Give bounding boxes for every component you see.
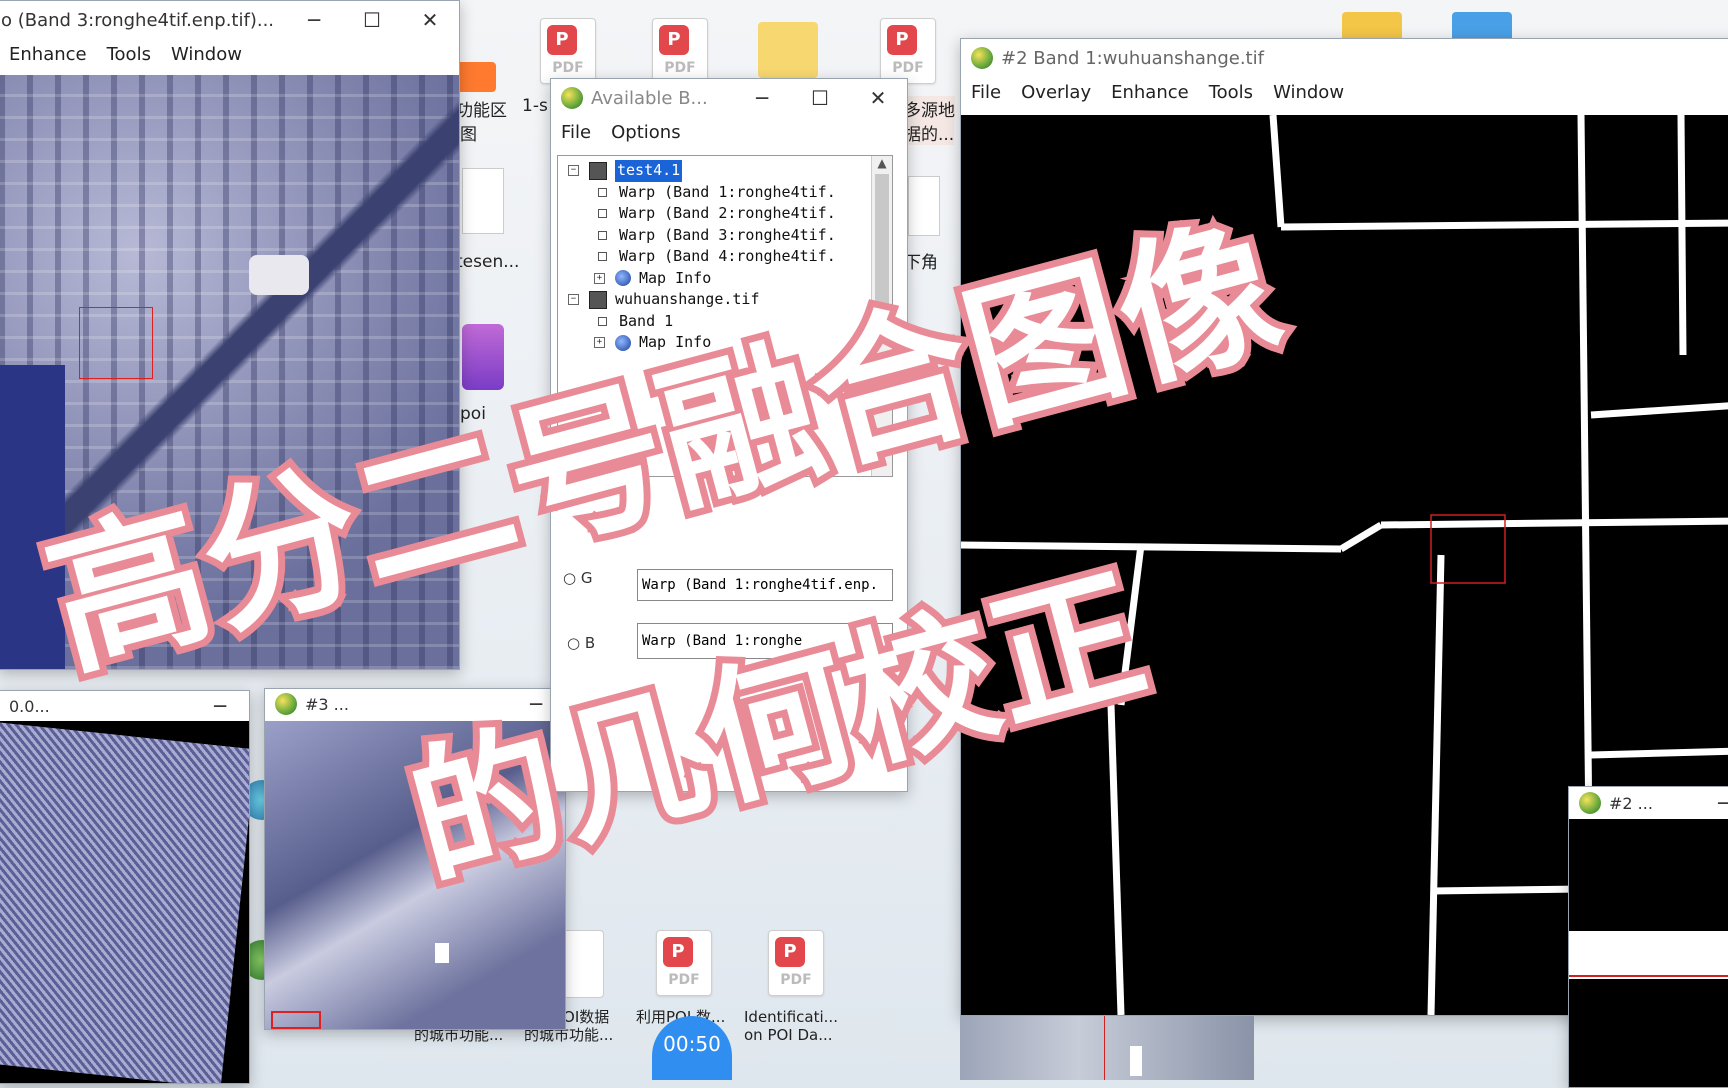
menu-bar: Enhance Tools Window: [0, 39, 459, 69]
window-title: #2 Band 1:wuhuanshange.tif: [1001, 47, 1264, 69]
window-titlebar[interactable]: #2 ... ─: [1569, 787, 1728, 819]
bright-roof: [249, 255, 309, 295]
window-titlebar[interactable]: Available B... ─ ☐ ✕: [551, 79, 907, 117]
menu-bar: File Options: [551, 117, 907, 147]
close-icon[interactable]: ✕: [401, 8, 459, 32]
minimize-icon[interactable]: ─: [285, 8, 343, 32]
band-icon: [598, 252, 607, 262]
app-icon[interactable]: [456, 62, 496, 92]
maximize-icon[interactable]: ☐: [791, 86, 849, 110]
globe-icon: [615, 270, 631, 287]
window-titlebar[interactable]: 0.0... ─: [0, 691, 249, 721]
collapse-icon[interactable]: −: [568, 294, 579, 306]
tree-item-label: Warp (Band 2:ronghe4tif.: [619, 204, 836, 222]
collapse-icon[interactable]: −: [568, 165, 579, 177]
menu-file[interactable]: File: [961, 82, 1011, 103]
desktop-icon-pdf[interactable]: [462, 168, 504, 234]
image-window-scroll[interactable]: 0.0... ─: [0, 690, 250, 1084]
minimize-icon[interactable]: ─: [1709, 791, 1728, 815]
tree-item[interactable]: Warp (Band 3:ronghe4tif.: [568, 225, 892, 247]
tree-item[interactable]: Warp (Band 1:ronghe4tif.: [568, 182, 892, 204]
menu-tools[interactable]: Tools: [1199, 82, 1263, 103]
desktop-icon-pdf[interactable]: P PDF: [636, 930, 732, 1000]
band-icon: [598, 230, 607, 240]
menu-options[interactable]: Options: [601, 122, 690, 143]
minimize-icon[interactable]: ─: [733, 86, 791, 110]
desktop-icon-label: tesen...: [456, 252, 520, 272]
menu-file[interactable]: File: [551, 122, 601, 143]
tree-item-label: Warp (Band 1:ronghe4tif.: [619, 182, 836, 201]
band-icon: [598, 316, 607, 326]
tree-item-label: Map Info: [639, 268, 712, 287]
desktop-icon-document[interactable]: [740, 18, 836, 82]
menu-window[interactable]: Window: [1263, 82, 1354, 103]
band-icon: [598, 209, 607, 219]
desktop-icon-label: Identificati... on POI Da...: [744, 1008, 838, 1044]
tree-item-label: test4.1: [615, 160, 683, 182]
minimize-icon[interactable]: ─: [191, 694, 249, 718]
window-title: #2 ...: [1609, 793, 1653, 813]
scroll-up-icon[interactable]: ▲: [872, 156, 892, 170]
menu-window[interactable]: Window: [161, 44, 252, 65]
desktop-icon-label: 图: [460, 125, 477, 145]
zoom-highlight: [435, 943, 449, 963]
zoom-controls[interactable]: [271, 1011, 321, 1029]
file-icon: [589, 161, 607, 180]
desktop-icon-pdf[interactable]: P PDF: [748, 930, 844, 1000]
window-titlebar[interactable]: #2 Band 1:wuhuanshange.tif: [961, 39, 1728, 77]
thumbnail-strip: [960, 1016, 1254, 1080]
desktop-icon-label: 多源地: [904, 96, 955, 121]
image-window-small2[interactable]: #2 ... ─: [1568, 786, 1728, 1088]
desktop-icon-label: 1-s: [522, 96, 548, 116]
scene-overview-image[interactable]: [0, 722, 249, 1083]
expand-icon[interactable]: +: [594, 272, 605, 284]
window-title: Available B...: [591, 87, 708, 109]
maximize-icon[interactable]: ☐: [343, 8, 401, 32]
tree-item-label: Warp (Band 4:ronghe4tif.: [619, 247, 836, 265]
road-segment: [1569, 931, 1728, 979]
desktop-icon-document[interactable]: [908, 176, 940, 236]
cursor-line: [1569, 975, 1728, 977]
menu-enhance[interactable]: Enhance: [0, 44, 97, 65]
tree-item[interactable]: Warp (Band 4:ronghe4tif.: [568, 246, 892, 268]
radio-b[interactable]: ○ B: [567, 634, 595, 652]
band-icon: [598, 187, 607, 197]
window-titlebar[interactable]: o (Band 3:ronghe4tif.enp.tif)... ─ ☐ ✕: [0, 1, 459, 39]
menu-overlay[interactable]: Overlay: [1011, 82, 1101, 103]
desktop-icon-label: 据的...: [904, 120, 955, 145]
menu-enhance[interactable]: Enhance: [1101, 82, 1199, 103]
menu-bar: File Overlay Enhance Tools Window: [961, 77, 1728, 107]
menu-tools[interactable]: Tools: [97, 44, 161, 65]
file-icon: [589, 290, 607, 309]
window-title: o (Band 3:ronghe4tif.enp.tif)...: [1, 9, 275, 31]
desktop-icon-label: 功能区: [456, 101, 507, 121]
zoom-box[interactable]: [79, 307, 153, 379]
tree-item[interactable]: − test4.1: [568, 160, 892, 182]
tree-item-label: Warp (Band 3:ronghe4tif.: [619, 225, 836, 244]
close-icon[interactable]: ✕: [849, 86, 907, 110]
tree-item[interactable]: Warp (Band 2:ronghe4tif.: [568, 203, 892, 225]
